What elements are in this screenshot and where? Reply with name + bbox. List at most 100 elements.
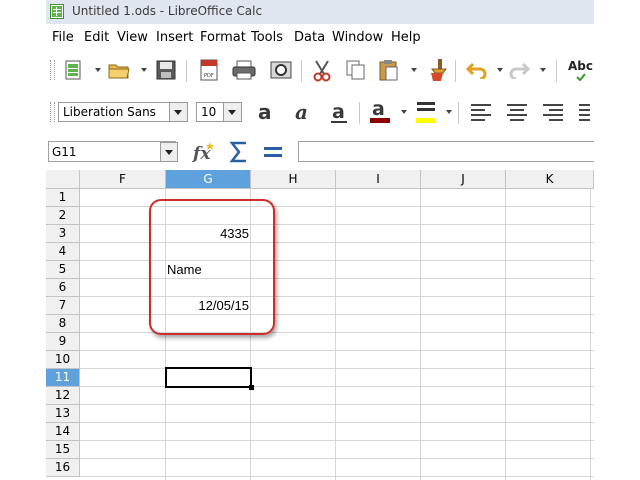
menu-insert[interactable]: Insert	[156, 30, 193, 45]
standard-toolbar: PDF Abc	[46, 52, 594, 92]
font-color-dropdown-icon[interactable]	[401, 110, 407, 114]
font-color-icon[interactable]: a	[368, 98, 392, 126]
align-center-icon[interactable]	[506, 103, 528, 121]
new-document-icon[interactable]	[64, 60, 82, 80]
grid-line	[335, 189, 336, 480]
active-cell-cursor[interactable]	[165, 367, 252, 388]
row-header-14[interactable]: 14	[46, 423, 80, 441]
open-folder-icon[interactable]	[108, 60, 130, 80]
menu-file[interactable]: File	[52, 30, 74, 45]
row-header-1[interactable]: 1	[46, 189, 80, 207]
align-left-icon[interactable]	[470, 103, 492, 121]
row-header-4[interactable]: 4	[46, 243, 80, 261]
chevron-down-icon[interactable]	[169, 103, 187, 121]
screenshot: { "window": { "title": "Untitled 1.ods -…	[0, 0, 640, 480]
row-header-5[interactable]: 5	[46, 261, 80, 279]
column-header-f[interactable]: F	[80, 170, 166, 189]
svg-text:a: a	[332, 101, 345, 123]
menu-view[interactable]: View	[117, 30, 148, 45]
font-name-combo[interactable]: Liberation Sans	[58, 102, 188, 122]
print-preview-icon[interactable]	[269, 60, 293, 80]
formula-equals-icon[interactable]	[263, 143, 283, 161]
row-header-2[interactable]: 2	[46, 207, 80, 225]
grid-line	[420, 189, 421, 480]
select-all-corner[interactable]	[46, 170, 80, 189]
chevron-down-icon[interactable]	[223, 103, 241, 121]
save-icon[interactable]	[156, 60, 176, 80]
name-box[interactable]: G11	[48, 141, 176, 162]
undo-dropdown-icon[interactable]	[497, 68, 503, 72]
grid-line	[80, 422, 594, 423]
function-wizard-icon[interactable]: fx	[191, 140, 217, 164]
svg-text:a: a	[295, 100, 308, 124]
column-header-k[interactable]: K	[506, 170, 594, 189]
grid-line	[80, 476, 594, 477]
row-header-16[interactable]: 16	[46, 459, 80, 477]
highlight-color-dropdown-icon[interactable]	[446, 110, 452, 114]
spellcheck-icon[interactable]: Abc	[568, 59, 593, 73]
font-size-value: 10	[201, 105, 217, 119]
font-name-value: Liberation Sans	[63, 105, 156, 119]
open-dropdown-icon[interactable]	[141, 68, 147, 72]
toolbar-separator	[186, 60, 187, 82]
bold-icon[interactable]: a	[256, 100, 278, 124]
sum-icon[interactable]	[229, 140, 249, 164]
column-header-i[interactable]: I	[336, 170, 421, 189]
row-header-13[interactable]: 13	[46, 405, 80, 423]
row-header-3[interactable]: 3	[46, 225, 80, 243]
svg-text:a: a	[258, 100, 272, 124]
row-header-12[interactable]: 12	[46, 387, 80, 405]
menu-help[interactable]: Help	[391, 30, 421, 45]
highlight-color-icon[interactable]	[414, 98, 438, 126]
row-header-11[interactable]: 11	[46, 369, 80, 387]
menu-data[interactable]: Data	[294, 30, 325, 45]
new-dropdown-icon[interactable]	[95, 68, 101, 72]
menu-format[interactable]: Format	[200, 30, 246, 45]
calc-app-icon	[50, 4, 64, 19]
underline-icon[interactable]: a	[329, 100, 351, 126]
menu-tools[interactable]: Tools	[251, 30, 283, 45]
toolbar-separator	[301, 60, 302, 82]
column-header-g[interactable]: G	[166, 170, 251, 189]
row-header-9[interactable]: 9	[46, 333, 80, 351]
redo-icon[interactable]	[508, 61, 530, 79]
row-header-6[interactable]: 6	[46, 279, 80, 297]
align-right-icon[interactable]	[542, 103, 564, 121]
chevron-down-icon[interactable]	[161, 143, 177, 161]
formula-input[interactable]	[298, 141, 594, 162]
spellcheck-check-icon	[576, 73, 586, 81]
libreoffice-calc-window: Untitled 1.ods - LibreOffice Calc File E…	[46, 0, 594, 480]
row-header-10[interactable]: 10	[46, 351, 80, 369]
export-pdf-icon[interactable]: PDF	[200, 59, 218, 81]
row-header-15[interactable]: 15	[46, 441, 80, 459]
font-size-combo[interactable]: 10	[196, 102, 242, 122]
undo-icon[interactable]	[466, 61, 488, 79]
name-box-value: G11	[52, 145, 77, 159]
italic-icon[interactable]: a	[293, 100, 315, 124]
autofill-handle[interactable]	[249, 385, 254, 390]
copy-icon[interactable]	[346, 60, 366, 80]
menu-edit[interactable]: Edit	[84, 30, 109, 45]
paste-dropdown-icon[interactable]	[411, 68, 417, 72]
toolbar-grip[interactable]	[50, 60, 55, 80]
annotation-highlight	[149, 199, 275, 335]
name-box-dropdown[interactable]	[160, 142, 178, 162]
grid-line	[80, 386, 594, 387]
justify-icon[interactable]	[578, 103, 590, 121]
column-header-h[interactable]: H	[251, 170, 336, 189]
column-header-j[interactable]: J	[421, 170, 506, 189]
toolbar-separator	[359, 102, 360, 124]
svg-text:PDF: PDF	[204, 73, 214, 79]
print-icon[interactable]	[232, 60, 256, 80]
row-header-7[interactable]: 7	[46, 297, 80, 315]
redo-dropdown-icon[interactable]	[540, 68, 546, 72]
toolbar-separator	[455, 60, 456, 82]
toolbar-grip[interactable]	[50, 102, 55, 122]
clone-formatting-icon[interactable]	[427, 58, 447, 82]
grid-line	[80, 440, 594, 441]
row-header-8[interactable]: 8	[46, 315, 80, 333]
menu-window[interactable]: Window	[332, 30, 383, 45]
paste-icon[interactable]	[379, 59, 399, 81]
cut-icon[interactable]	[312, 60, 332, 82]
toolbar-separator	[458, 102, 459, 124]
